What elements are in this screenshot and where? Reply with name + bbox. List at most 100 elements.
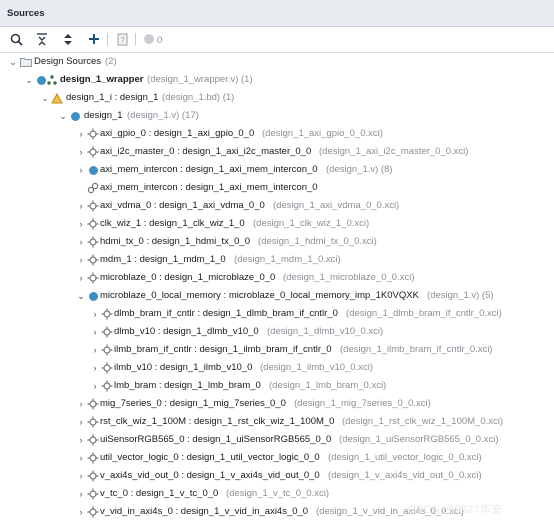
tree-row-design[interactable]: ⌄ design_1 (design_1.v) (17) [0, 107, 554, 125]
chevron-right-icon[interactable]: › [76, 219, 86, 229]
chevron-right-icon[interactable]: › [76, 147, 86, 157]
tree-row-item[interactable]: › lmb_bram : design_1_lmb_bram_0 (design_1… [0, 377, 554, 395]
chevron-right-icon[interactable]: › [76, 453, 86, 463]
tree-row-item[interactable]: › ilmb_v10 : design_1_ilmb_v10_0 (design_1… [0, 359, 554, 377]
tree-label: design_1 [84, 110, 123, 121]
chevron-right-icon[interactable]: › [90, 327, 100, 337]
tree-label: v_tc_0 : design_1_v_tc_0_0 [100, 488, 219, 499]
ip-core-icon [87, 470, 99, 482]
chevron-right-icon[interactable]: › [90, 381, 100, 391]
chevron-right-icon[interactable]: › [76, 237, 86, 247]
tree-row-item[interactable]: › axi_gpio_0 : design_1_axi_gpio_0_0 (desi… [0, 125, 554, 143]
tree-label: axi_i2c_master_0 : design_1_axi_i2c_mast… [100, 146, 312, 157]
chevron-right-icon[interactable]: › [76, 201, 86, 211]
chevron-right-icon[interactable]: › [90, 309, 100, 319]
expand-all-icon[interactable] [60, 31, 76, 47]
tree-label: ilmb_bram_if_cntlr : design_1_ilmb_bram_… [114, 344, 332, 355]
tree-row-item[interactable]: axi_mem_intercon : design_1_axi_mem_inte… [0, 179, 554, 197]
collapse-all-icon[interactable] [34, 31, 50, 47]
tree-label: axi_mem_intercon : design_1_axi_mem_inte… [100, 164, 318, 175]
link-icon [87, 182, 99, 194]
chevron-right-icon[interactable]: › [76, 129, 86, 139]
chevron-right-icon[interactable]: › [76, 399, 86, 409]
verilog-dot-icon [87, 164, 99, 176]
tree-label: dlmb_v10 : design_1_dlmb_v10_0 [114, 326, 259, 337]
chevron-down-icon[interactable]: ⌄ [24, 75, 34, 85]
chevron-down-icon[interactable]: ⌄ [76, 291, 86, 301]
tree-row-item[interactable]: › util_vector_logic_0 : design_1_util_vec… [0, 449, 554, 467]
tree-file: (design_1_wrapper.v) (1) [147, 74, 253, 85]
ip-core-icon [87, 272, 99, 284]
tree-file: (design_1_clk_wiz_1_0.xci) [253, 218, 370, 229]
tree-row-item[interactable]: › mdm_1 : design_1_mdm_1_0 (design_1_mdm_1… [0, 251, 554, 269]
chevron-right-icon[interactable]: › [76, 435, 86, 445]
tree-label: v_vid_in_axi4s_0 : design_1_v_vid_in_axi… [100, 506, 309, 517]
tree-row-item[interactable]: › axi_mem_intercon : design_1_axi_mem_int… [0, 161, 554, 179]
tree-row-item[interactable]: › rst_clk_wiz_1_100M : design_1_rst_clk_w… [0, 413, 554, 431]
chevron-down-icon[interactable]: ⌄ [40, 93, 50, 103]
chevron-right-icon[interactable]: › [76, 471, 86, 481]
tree-row-item[interactable]: › dlmb_v10 : design_1_dlmb_v10_0 (design_1… [0, 323, 554, 341]
tree-row-item[interactable]: › ilmb_bram_if_cntlr : design_1_ilmb_bram… [0, 341, 554, 359]
chevron-right-icon[interactable]: › [76, 273, 86, 283]
ip-core-icon [87, 254, 99, 266]
tree-label: uiSensorRGB565_0 : design_1_uiSensorRGB5… [100, 434, 332, 445]
panel-titlebar: Sources [0, 0, 554, 27]
tree-row-item[interactable]: ⌄ microblaze_0_local_memory : microblaze_… [0, 287, 554, 305]
tree-row-item[interactable]: › mig_7series_0 : design_1_mig_7series_0_… [0, 395, 554, 413]
tree-file: (design_1_ilmb_bram_if_cntlr_0.xci) [340, 344, 493, 355]
toolbar-separator [135, 33, 136, 46]
file-properties-icon[interactable]: ? [114, 31, 130, 47]
tree-row-item[interactable]: › clk_wiz_1 : design_1_clk_wiz_1_0 (design… [0, 215, 554, 233]
chevron-right-icon[interactable]: › [76, 417, 86, 427]
verilog-dot-icon [87, 290, 99, 302]
chevron-right-icon[interactable]: › [76, 507, 86, 517]
tree-file: (design_1_ilmb_v10_0.xci) [260, 362, 374, 373]
ip-core-icon [101, 326, 113, 338]
ip-core-icon [87, 236, 99, 248]
tree-row-bd[interactable]: ⌄ design_1_i : design_1 (design_1.bd) (1… [0, 89, 554, 107]
add-icon[interactable] [86, 31, 102, 47]
tree-label: axi_vdma_0 : design_1_axi_vdma_0_0 [100, 200, 265, 211]
tree-file: (design_1_axi_i2c_master_0_0.xci) [319, 146, 469, 157]
tree-label: Design Sources [34, 56, 102, 67]
tree-label: mdm_1 : design_1_mdm_1_0 [100, 254, 226, 265]
ip-core-icon [101, 362, 113, 374]
tree-file: (design_1_axi_vdma_0_0.xci) [273, 200, 400, 211]
tree-file: (design_1_rst_clk_wiz_1_100M_0.xci) [342, 416, 504, 427]
search-icon[interactable] [8, 31, 24, 47]
tree-row-item[interactable]: › v_axi4s_vid_out_0 : design_1_v_axi4s_vi… [0, 467, 554, 485]
ip-core-icon [101, 308, 113, 320]
ip-core-icon [87, 128, 99, 140]
chevron-right-icon[interactable]: › [76, 489, 86, 499]
tree-row-item[interactable]: › axi_vdma_0 : design_1_axi_vdma_0_0 (desi… [0, 197, 554, 215]
chevron-right-icon[interactable]: › [76, 255, 86, 265]
chevron-right-icon[interactable]: › [76, 165, 86, 175]
sources-toolbar: ? 0 [0, 27, 554, 53]
tree-row-wrapper[interactable]: ⌄ design_1_wrapper (design_1_wrapper.v) … [0, 71, 554, 89]
tree-file: (design_1.v) (8) [326, 164, 393, 175]
ip-core-icon [87, 506, 99, 518]
tree-label: dlmb_bram_if_cntlr : design_1_dlmb_bram_… [114, 308, 338, 319]
chevron-right-icon[interactable]: › [90, 345, 100, 355]
hierarchy-icon [46, 74, 58, 86]
ip-core-icon [87, 452, 99, 464]
tree-label: microblaze_0 : design_1_microblaze_0_0 [100, 272, 276, 283]
tree-file: (design_1_v_axi4s_vid_out_0_0.xci) [328, 470, 482, 481]
chevron-down-icon[interactable]: ⌄ [8, 57, 18, 67]
tree-file: (design_1_v_tc_0_0.xci) [226, 488, 329, 499]
tree-file: (design_1_util_vector_logic_0_0.xci) [328, 452, 482, 463]
tree-row-item[interactable]: › microblaze_0 : design_1_microblaze_0_0 (… [0, 269, 554, 287]
tree-label: lmb_bram : design_1_lmb_bram_0 [114, 380, 261, 391]
tree-row-item[interactable]: › dlmb_bram_if_cntlr : design_1_dlmb_bram… [0, 305, 554, 323]
chevron-right-icon[interactable]: › [90, 363, 100, 373]
tree-file: (design_1_dlmb_bram_if_cntlr_0.xci) [346, 308, 502, 319]
tree-row-item[interactable]: › hdmi_tx_0 : design_1_hdmi_tx_0_0 (design… [0, 233, 554, 251]
tree-row-design-sources[interactable]: ⌄ Design Sources (2) [0, 53, 554, 71]
watermark: CSDN @9527华安 [408, 504, 503, 516]
sources-panel: Sources ? 0 ⌄ Design Sources (2) ⌄ desig… [0, 0, 554, 528]
tree-row-item[interactable]: › axi_i2c_master_0 : design_1_axi_i2c_mas… [0, 143, 554, 161]
chevron-down-icon[interactable]: ⌄ [58, 111, 68, 121]
tree-label: mig_7series_0 : design_1_mig_7series_0_0 [100, 398, 286, 409]
tree-row-item[interactable]: › uiSensorRGB565_0 : design_1_uiSensorRGB… [0, 431, 554, 449]
